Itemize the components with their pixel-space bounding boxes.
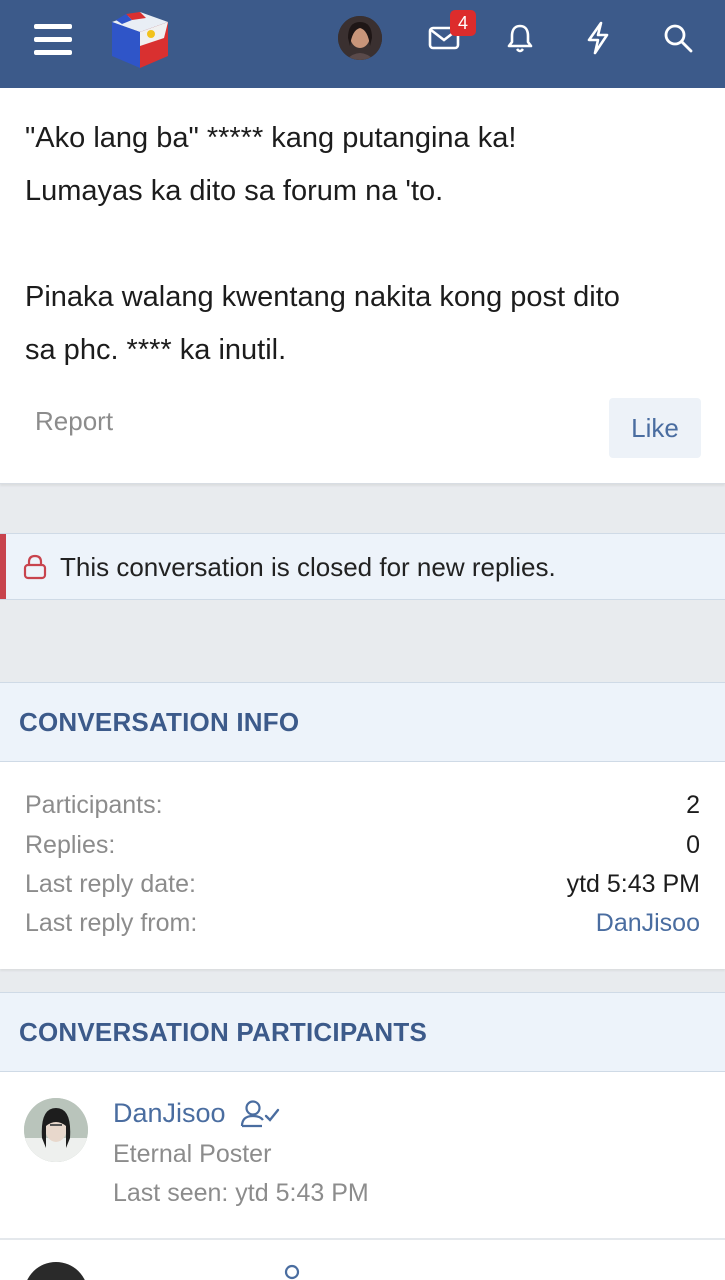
info-value: ytd 5:43 PM bbox=[566, 870, 700, 898]
info-value: 0 bbox=[686, 831, 700, 859]
like-button[interactable]: Like bbox=[609, 398, 701, 458]
message-body: "Ako lang ba" ***** kang putangina ka! L… bbox=[25, 112, 705, 377]
conversation-info-header: CONVERSATION INFO bbox=[0, 682, 725, 762]
user-following-icon bbox=[280, 1262, 304, 1280]
lock-icon bbox=[22, 554, 48, 580]
message-card: "Ako lang ba" ***** kang putangina ka! L… bbox=[0, 88, 725, 484]
info-row-last-reply-date: Last reply date: ytd 5:43 PM bbox=[25, 870, 700, 910]
info-row-replies: Replies: 0 bbox=[25, 831, 700, 871]
bell-icon[interactable] bbox=[498, 16, 542, 60]
message-line: "Ako lang ba" ***** kang putangina ka! bbox=[25, 122, 517, 154]
site-logo[interactable] bbox=[104, 4, 176, 76]
info-label: Participants: bbox=[25, 791, 163, 819]
info-row-participants: Participants: 2 bbox=[25, 791, 700, 831]
conversation-info-body: Participants: 2 Replies: 0 Last reply da… bbox=[0, 762, 725, 969]
info-row-last-reply-from: Last reply from: DanJisoo bbox=[25, 909, 700, 949]
info-label: Last reply date: bbox=[25, 870, 196, 898]
menu-icon[interactable] bbox=[28, 14, 78, 64]
participant-name-link[interactable]: DanJisoo bbox=[113, 1098, 226, 1129]
conversation-participants-header: CONVERSATION PARTICIPANTS bbox=[0, 992, 725, 1072]
info-label: Last reply from: bbox=[25, 909, 198, 937]
block-title: CONVERSATION INFO bbox=[19, 707, 300, 737]
notice-accent-bar bbox=[0, 534, 6, 599]
message-line: Lumayas ka dito sa forum na 'to. bbox=[25, 175, 444, 207]
notice-text: This conversation is closed for new repl… bbox=[60, 552, 556, 582]
message-line: sa phc. **** ka inutil. bbox=[25, 334, 287, 366]
block-title: CONVERSATION PARTICIPANTS bbox=[19, 1017, 428, 1047]
closed-notice: This conversation is closed for new repl… bbox=[0, 533, 725, 600]
info-label: Replies: bbox=[25, 831, 116, 859]
user-following-icon bbox=[240, 1098, 280, 1130]
message-line: Pinaka walang kwentang nakita kong post … bbox=[25, 281, 620, 313]
participants-list: DanJisoo Eternal Poster Last seen: ytd 5… bbox=[0, 1072, 725, 1280]
info-value: 2 bbox=[686, 791, 700, 819]
participant-last-seen: Last seen: ytd 5:43 PM bbox=[113, 1179, 369, 1207]
bolt-icon[interactable] bbox=[576, 16, 620, 60]
participant-avatar[interactable] bbox=[24, 1098, 88, 1162]
user-avatar[interactable] bbox=[338, 16, 382, 60]
search-icon[interactable] bbox=[656, 16, 700, 60]
divider bbox=[0, 1238, 725, 1240]
participant-avatar[interactable] bbox=[24, 1262, 88, 1280]
last-reply-user-link[interactable]: DanJisoo bbox=[596, 909, 700, 938]
inbox-badge: 4 bbox=[450, 10, 476, 36]
report-link[interactable]: Report bbox=[35, 406, 113, 437]
top-navigation-bar: 4 bbox=[0, 0, 725, 88]
participant-user-title: Eternal Poster bbox=[113, 1140, 272, 1168]
